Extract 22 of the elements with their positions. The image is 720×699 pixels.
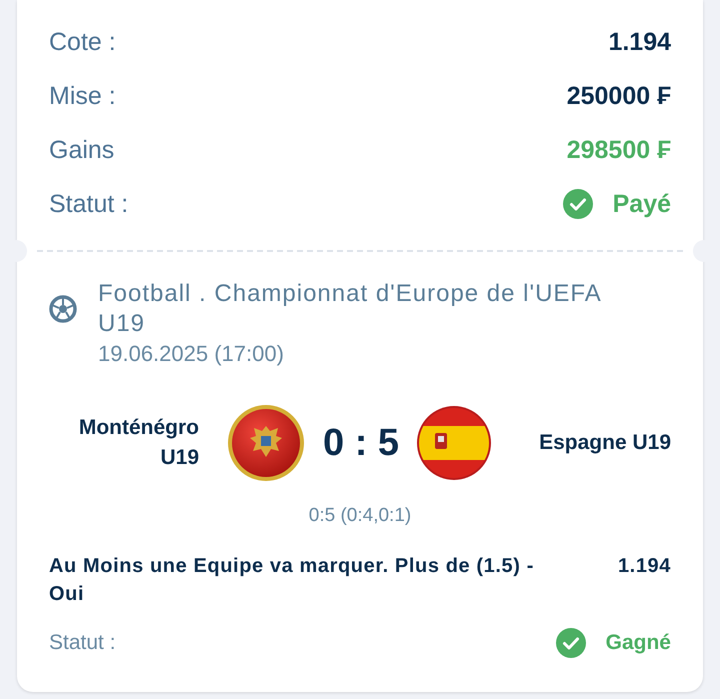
team-name: Monténégro U19 — [78, 415, 199, 471]
bet-selection: Au Moins une Equipe va marquer. Plus de (1.5) - Oui — [49, 554, 535, 607]
event-date: 19.06.2025 (17:00) — [98, 340, 285, 368]
check-icon — [556, 628, 586, 658]
status-value: Gagné — [606, 631, 671, 655]
score-detail: 0:5 (0:4,0:1) — [308, 504, 412, 528]
match-score: 0 : 5 — [323, 422, 400, 464]
status-value: Payé — [612, 190, 671, 218]
winnings-value: 298500 ₣ — [566, 136, 671, 164]
row-label: Mise : — [49, 82, 116, 110]
row-label: Statut : — [49, 190, 128, 218]
check-icon — [562, 189, 593, 219]
row-value: 250000 ₣ — [566, 82, 671, 110]
flag-icon — [227, 404, 305, 482]
bet-odds: 1.194 — [618, 554, 671, 579]
row-label: Cote : — [49, 28, 116, 56]
row-value: 1.194 — [608, 28, 671, 56]
soccer-ball-icon — [49, 295, 77, 323]
team-name: Espagne U19 — [539, 430, 671, 456]
status-label: Statut : — [49, 631, 116, 655]
event-title: Football . Championnat d'Europe de l'UEFA U19 — [98, 279, 602, 339]
row-label: Gains — [49, 136, 114, 164]
